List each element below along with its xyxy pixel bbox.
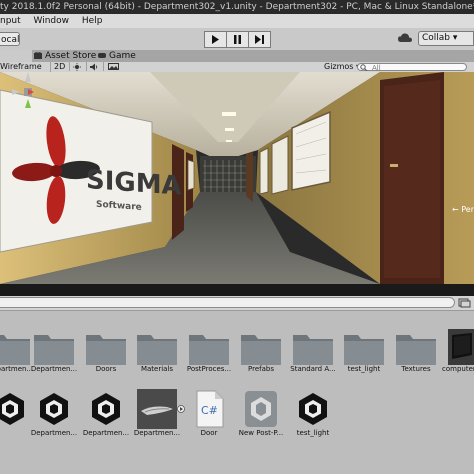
folder-icon — [396, 335, 436, 365]
collab-label: Collab ▾ — [422, 33, 458, 43]
folder-item[interactable]: Doors — [80, 325, 132, 374]
asset-label: Standard A... — [290, 365, 336, 373]
folder-item[interactable]: Standard A... — [287, 325, 339, 374]
unity-scene-icon — [0, 389, 30, 429]
menu-item-input[interactable]: nput — [0, 14, 21, 28]
asset-label: Departmen... — [133, 429, 181, 437]
mesh-thumbnail — [137, 389, 177, 429]
window-title: ty 2018.1.0f2 Personal (64bit) - Departm… — [0, 2, 474, 12]
folder-icon — [189, 335, 229, 365]
asset-label: Departmen... — [30, 365, 78, 373]
script-item[interactable]: C# Door — [183, 389, 235, 438]
2d-toggle[interactable]: 2D — [50, 62, 65, 72]
folder-item[interactable]: Prefabs — [235, 325, 287, 374]
pause-icon — [234, 35, 241, 44]
play-icon — [212, 35, 219, 44]
main-toolbar: ocal Collab ▾ — [0, 28, 474, 51]
asset-label: test_light — [296, 429, 330, 437]
scene-search-input[interactable]: All — [357, 63, 467, 72]
asset-label: Departmen... — [82, 429, 130, 437]
asset-label: Door — [200, 429, 218, 437]
folder-icon — [241, 335, 281, 365]
unity-scene-icon — [40, 393, 68, 425]
sun-icon — [73, 62, 81, 71]
tab-asset-store-label: Asset Store — [45, 51, 97, 61]
model-item[interactable]: computer — [442, 325, 474, 374]
step-button[interactable] — [248, 31, 271, 48]
window-title-bar: ty 2018.1.0f2 Personal (64bit) - Departm… — [0, 0, 474, 14]
menu-item-help[interactable]: Help — [82, 14, 103, 28]
computer-model-thumbnail — [448, 329, 474, 365]
asset-label: Textures — [401, 365, 431, 373]
folder-icon — [34, 335, 74, 365]
play-button[interactable] — [204, 31, 227, 48]
folder-item[interactable]: PostProces... — [183, 325, 235, 374]
folder-icon — [137, 335, 177, 365]
folder-item[interactable]: Materials — [131, 325, 183, 374]
pivot-toggle-label: ocal — [1, 35, 20, 45]
filter-icon[interactable] — [458, 298, 472, 308]
pivot-toggle[interactable]: ocal — [0, 32, 20, 46]
postprocess-profile-item[interactable]: New Post-P... — [235, 389, 287, 438]
asset-label: New Post-P... — [238, 429, 284, 437]
asset-label: Doors — [95, 365, 117, 373]
unity-scene-icon — [299, 393, 327, 425]
render-mode-dropdown[interactable]: Wireframe — [0, 62, 42, 72]
speaker-icon — [90, 63, 98, 70]
postprocess-profile-icon — [245, 391, 277, 427]
effects-dropdown[interactable] — [103, 62, 122, 71]
search-icon — [360, 64, 368, 71]
folder-icon — [293, 335, 333, 365]
project-toolbar — [0, 296, 474, 311]
playback-controls — [204, 31, 271, 48]
scene-viewport[interactable]: SIGMA Software ← Per — [0, 72, 474, 284]
folder-item[interactable]: test_light — [338, 325, 390, 374]
view-tab-bar: Asset Store Game — [0, 50, 474, 62]
scene-file-item[interactable]: test_light — [287, 389, 339, 438]
lighting-toggle[interactable] — [69, 62, 84, 71]
step-icon — [254, 35, 264, 44]
asset-label: Departmen... — [30, 429, 78, 437]
collab-button[interactable]: Collab ▾ — [418, 31, 474, 46]
tab-scene[interactable] — [0, 50, 32, 62]
game-icon — [98, 53, 106, 58]
folder-icon — [344, 335, 384, 365]
panel-splitter[interactable] — [0, 284, 474, 296]
asset-store-icon — [34, 52, 42, 59]
asset-label: Prefabs — [248, 365, 274, 373]
tab-game[interactable]: Game — [94, 50, 140, 62]
tab-game-label: Game — [109, 51, 136, 61]
asset-label: computer — [442, 365, 474, 373]
csharp-glyph: C# — [201, 404, 218, 417]
mesh-item[interactable]: Departmen... — [131, 389, 185, 438]
orientation-gizmo[interactable] — [0, 72, 36, 142]
unity-scene-icon — [92, 393, 120, 425]
image-icon — [107, 63, 119, 70]
folder-icon — [0, 335, 30, 365]
asset-label: test_light — [347, 365, 381, 373]
project-search-input[interactable] — [0, 297, 455, 308]
audio-toggle[interactable] — [86, 62, 101, 71]
scene-file-item[interactable]: Departmen... — [28, 389, 80, 438]
folder-icon — [86, 335, 126, 365]
gizmos-dropdown[interactable]: Gizmos ▾ — [324, 62, 360, 72]
pause-button[interactable] — [226, 31, 249, 48]
menu-bar: nput Window Help — [0, 14, 474, 28]
corridor-render: SIGMA Software — [0, 72, 474, 284]
asset-label: Materials — [140, 365, 174, 373]
project-assets-grid: Departmen... Departmen... Doors Material… — [0, 311, 474, 474]
perspective-label[interactable]: ← Per — [452, 205, 474, 214]
menu-item-window[interactable]: Window — [34, 14, 70, 28]
asset-label: PostProces... — [186, 365, 232, 373]
folder-item[interactable]: Textures — [390, 325, 442, 374]
scene-file-item[interactable]: Departmen... — [80, 389, 132, 438]
cloud-icon[interactable] — [398, 32, 412, 44]
tab-asset-store[interactable]: Asset Store — [30, 50, 100, 62]
folder-item[interactable]: Departmen... — [28, 325, 80, 374]
scene-search-placeholder: All — [372, 64, 381, 72]
